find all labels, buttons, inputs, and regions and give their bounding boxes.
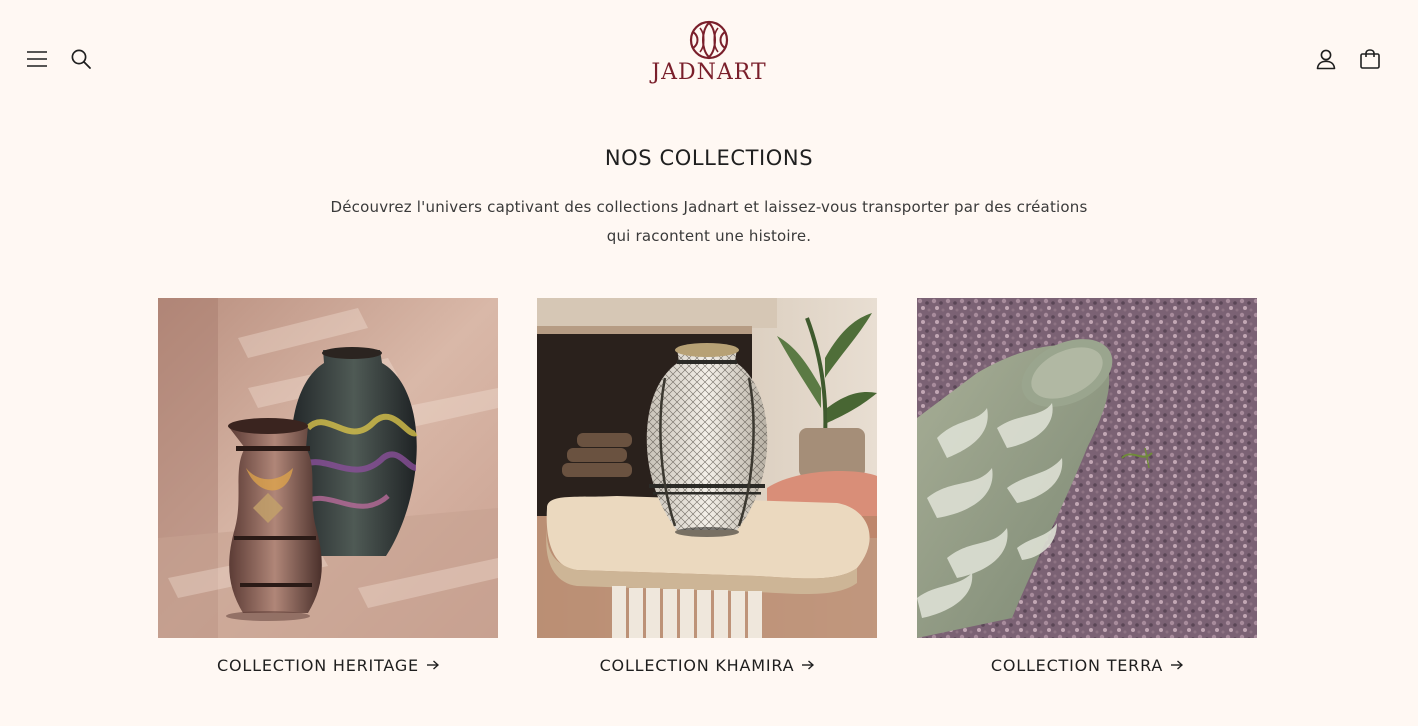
collection-label-text: COLLECTION HERITAGE <box>217 656 419 675</box>
section-description: Découvrez l'univers captivant des collec… <box>330 198 1088 245</box>
collection-photo <box>537 298 877 638</box>
collection-link-terra[interactable]: COLLECTION TERRA <box>917 656 1257 677</box>
collection-link-khamira[interactable]: COLLECTION KHAMIRA <box>537 656 877 677</box>
search-button[interactable] <box>63 41 99 77</box>
collection-photo <box>917 298 1257 638</box>
collection-image-khamira[interactable] <box>537 298 877 638</box>
cart-button[interactable] <box>1352 41 1388 77</box>
collection-photo <box>158 298 498 638</box>
collection-label-text: COLLECTION KHAMIRA <box>599 656 795 675</box>
arrow-right-icon <box>426 655 440 675</box>
arrow-right-icon <box>1171 655 1184 675</box>
arrow-right-icon <box>802 655 815 675</box>
page: JADNART NOS COLLECTIONS Découvrez l'univ… <box>0 0 1418 726</box>
account-button[interactable] <box>1308 41 1344 77</box>
collection-card-khamira[interactable]: COLLECTION KHAMIRA <box>537 298 877 688</box>
shopping-bag-icon <box>1360 49 1380 69</box>
collection-card-terra[interactable]: COLLECTION TERRA <box>917 298 1257 688</box>
section-title: NOS COLLECTIONS <box>604 146 814 170</box>
logo-mark-icon <box>689 20 729 60</box>
brand-logo[interactable]: JADNART <box>640 20 778 95</box>
site-header: JADNART <box>0 0 1418 118</box>
collection-card-heritage[interactable]: COLLECTION HERITAGE <box>158 298 498 688</box>
hamburger-menu-icon <box>27 51 47 67</box>
search-icon <box>71 49 91 69</box>
logo-text: JADNART <box>651 60 767 85</box>
menu-button[interactable] <box>19 41 55 77</box>
collection-image-heritage[interactable] <box>158 298 498 638</box>
collection-image-terra[interactable] <box>917 298 1257 638</box>
user-icon <box>1316 49 1336 70</box>
collection-label-text: COLLECTION TERRA <box>990 656 1164 675</box>
collection-link-heritage[interactable]: COLLECTION HERITAGE <box>158 656 498 677</box>
